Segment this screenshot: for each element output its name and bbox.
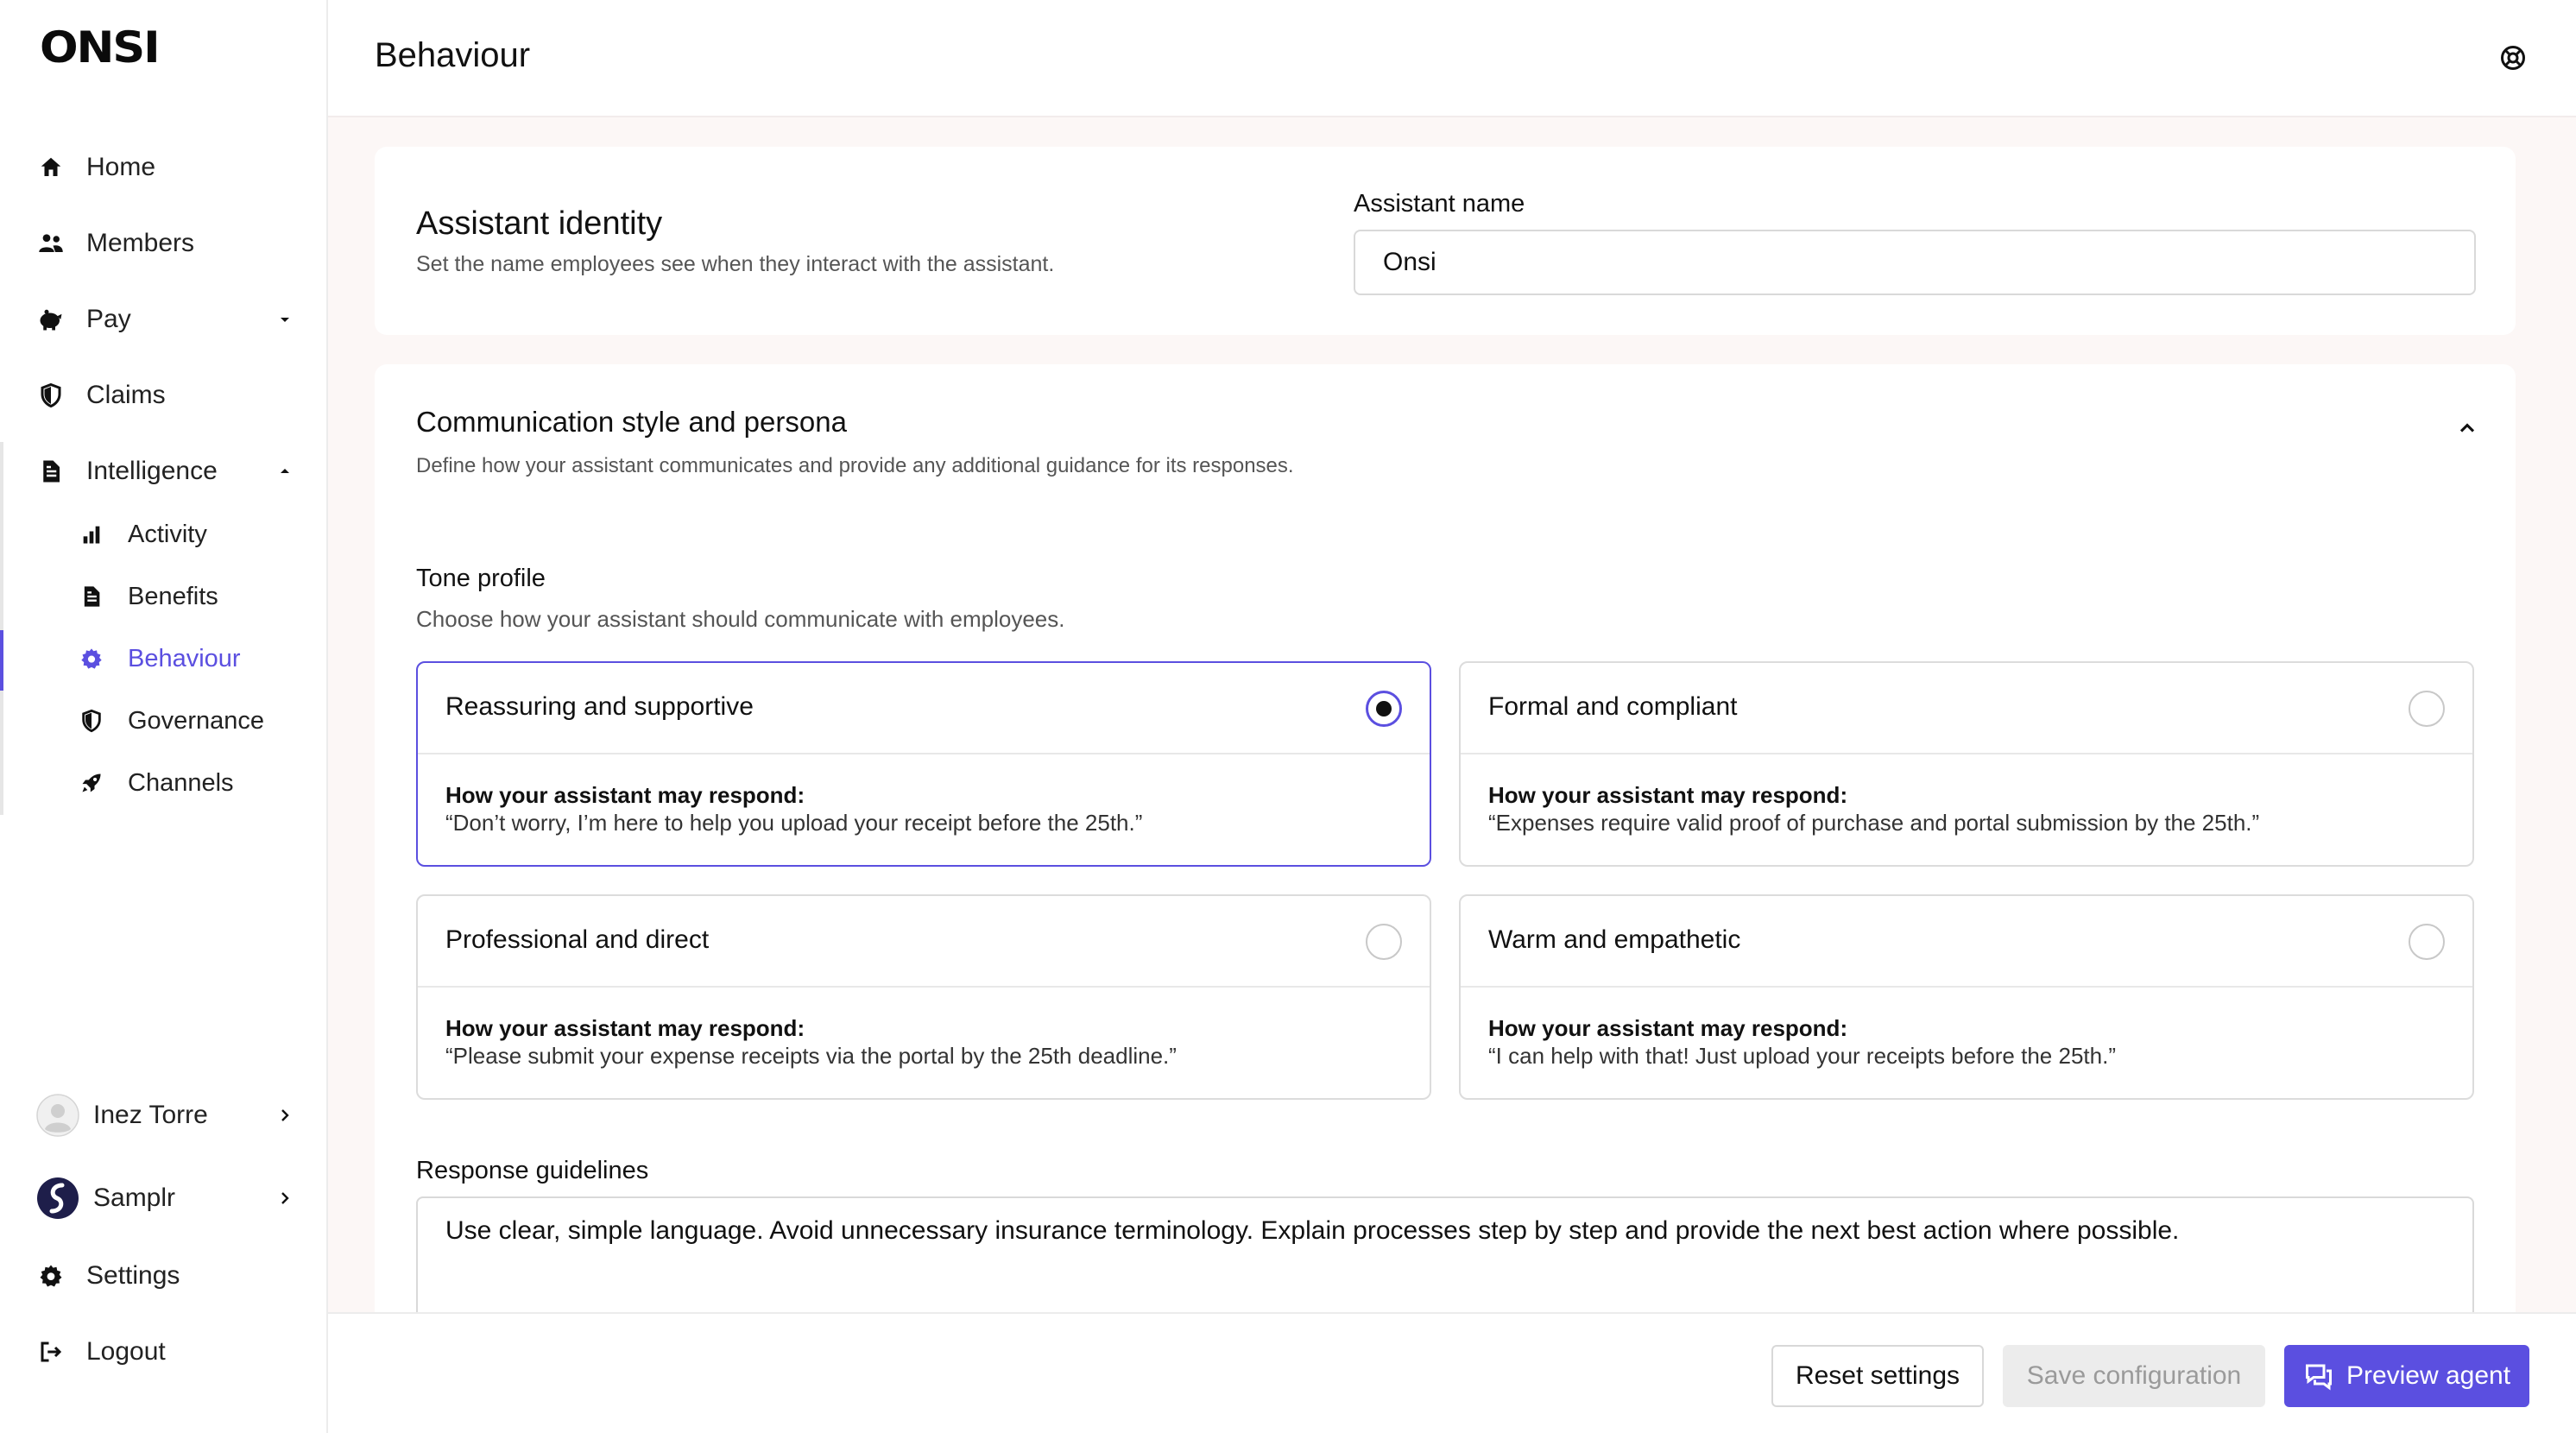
response-example: “I can help with that! Just upload your … [1488,1043,2116,1069]
sidebar-item-pay[interactable]: Pay [0,294,326,345]
tone-option-reassuring[interactable]: Reassuring and supportive How your assis… [416,661,1431,867]
save-configuration-button[interactable]: Save configuration [2003,1345,2265,1407]
gear-icon [81,648,102,669]
sidebar-item-benefits[interactable]: Benefits [0,571,326,622]
document-icon [43,460,60,483]
samplr-logo-icon [37,1177,79,1219]
user-name: Inez Torre [93,1101,208,1129]
sidebar-item-behaviour[interactable]: Behaviour [0,634,326,684]
bar-chart-icon [83,526,100,544]
onsi-logo[interactable]: ONSI [40,22,161,73]
gear-icon [40,1265,62,1287]
action-footer: Reset settings Save configuration Previe… [328,1312,2576,1433]
sidebar-item-governance[interactable]: Governance [0,696,326,746]
sidebar-item-label: Pay [86,305,131,333]
tone-option-title: Warm and empathetic [1488,925,1741,954]
sidebar-item-label: Channels [128,768,234,797]
tone-radio[interactable] [2409,924,2445,960]
tone-option-formal[interactable]: Formal and compliant How your assistant … [1459,661,2474,867]
preview-agent-label: Preview agent [2346,1361,2511,1390]
response-label: How your assistant may respond: [445,782,805,808]
sidebar-item-channels[interactable]: Channels [0,758,326,808]
main-content: Assistant identity Set the name employee… [328,117,2576,1400]
response-label: How your assistant may respond: [1488,1015,1848,1041]
tone-radio[interactable] [1366,691,1402,727]
chevron-right-icon[interactable] [275,1105,295,1126]
section-title: Communication style and persona [416,406,847,438]
divider [1461,753,2472,754]
tone-option-title: Reassuring and supportive [445,692,754,721]
divider [418,986,1430,988]
tone-option-title: Formal and compliant [1488,692,1738,721]
response-example: “Please submit your expense receipts via… [445,1043,1177,1069]
sidebar-item-label: Activity [128,520,207,548]
page-title: Behaviour [375,36,531,74]
tone-profile-label: Tone profile [416,565,546,592]
sidebar-item-label: Claims [86,381,166,409]
sidebar-item-label: Members [86,229,195,257]
section-subtitle: Set the name employees see when they int… [416,252,1055,276]
sidebar-item-label: Logout [86,1337,166,1366]
help-lifebuoy-icon[interactable] [2500,45,2526,71]
members-icon [39,234,63,252]
sidebar-item-claims[interactable]: Claims [0,369,326,421]
tone-option-professional[interactable]: Professional and direct How your assista… [416,894,1431,1100]
document-icon [84,586,100,607]
home-icon [41,157,61,176]
logout-icon [41,1341,62,1362]
section-subtitle: Define how your assistant communicates a… [416,454,1294,477]
avatar [36,1094,79,1137]
caret-down-icon[interactable] [275,309,295,330]
tone-option-warm[interactable]: Warm and empathetic How your assistant m… [1459,894,2474,1100]
sidebar-item-label: Governance [128,706,264,735]
chat-bubbles-icon [2305,1364,2332,1391]
org-name: Samplr [93,1184,176,1212]
sidebar-item-label: Home [86,153,156,181]
caret-up-icon[interactable] [275,461,295,482]
response-example: “Don’t worry, I’m here to help you uploa… [445,810,1143,836]
section-title: Assistant identity [416,205,663,242]
communication-style-card: Communication style and persona Define h… [375,364,2516,1400]
shield-icon [41,382,61,408]
chevron-right-icon[interactable] [275,1188,295,1209]
sidebar-item-label: Intelligence [86,457,218,485]
tone-profile-subtitle: Choose how your assistant should communi… [416,606,1065,632]
sidebar-item-intelligence[interactable]: Intelligence [0,445,326,497]
divider [418,753,1430,754]
response-label: How your assistant may respond: [445,1015,805,1041]
preview-agent-button[interactable]: Preview agent [2284,1345,2529,1407]
tone-radio[interactable] [1366,924,1402,960]
sidebar-org-switcher[interactable]: Samplr [0,1172,326,1224]
sidebar: ONSI Home Members Pay Claims Intelligenc… [0,0,328,1433]
sidebar-item-members[interactable]: Members [0,218,326,269]
assistant-name-input[interactable]: Onsi [1354,230,2476,295]
response-label: How your assistant may respond: [1488,782,1848,808]
sidebar-user-profile[interactable]: Inez Torre [0,1089,326,1141]
sidebar-item-logout[interactable]: Logout [0,1326,326,1378]
chevron-up-icon[interactable] [2455,416,2479,440]
divider [1461,986,2472,988]
sidebar-item-activity[interactable]: Activity [0,509,326,559]
response-example: “Expenses require valid proof of purchas… [1488,810,2260,836]
sidebar-item-settings[interactable]: Settings [0,1250,326,1302]
page-header: Behaviour [328,0,2576,117]
sidebar-item-label: Benefits [128,582,218,610]
assistant-name-label: Assistant name [1354,190,1525,218]
shield-icon [82,709,101,733]
tone-radio[interactable] [2409,691,2445,727]
reset-settings-button[interactable]: Reset settings [1771,1345,1984,1407]
tone-option-title: Professional and direct [445,925,710,954]
piggy-bank-icon [40,309,62,331]
rocket-icon [82,773,101,792]
assistant-identity-card: Assistant identity Set the name employee… [375,147,2516,335]
sidebar-item-label: Behaviour [128,644,241,672]
response-guidelines-label: Response guidelines [416,1157,649,1184]
sidebar-item-home[interactable]: Home [0,142,326,193]
sidebar-item-label: Settings [86,1261,180,1290]
